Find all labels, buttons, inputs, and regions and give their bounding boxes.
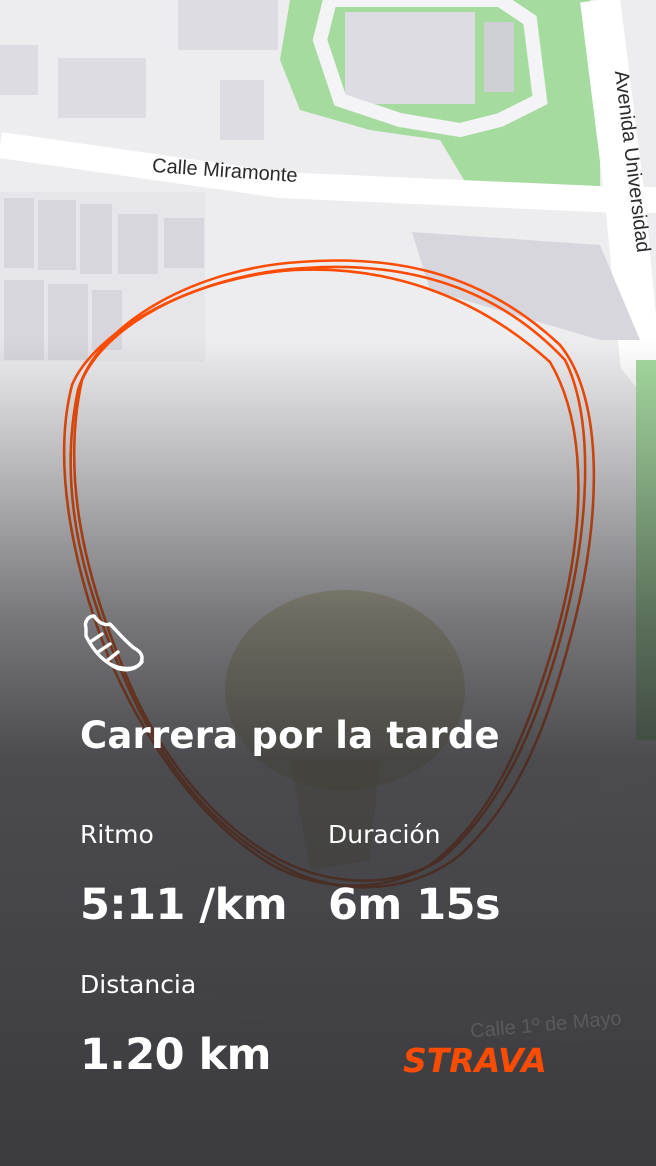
duration-label: Duración — [328, 820, 441, 849]
activity-share-card: Calle Miramonte Avenida Universidad Call… — [0, 0, 656, 1166]
pace-label: Ritmo — [80, 820, 154, 849]
duration-value: 6m 15s — [328, 880, 501, 930]
strava-logo: STRAVA — [403, 1041, 547, 1080]
running-shoe-icon — [83, 614, 144, 672]
distance-value: 1.20 km — [80, 1030, 271, 1080]
distance-label: Distancia — [80, 970, 197, 999]
pace-value: 5:11 /km — [80, 880, 288, 930]
activity-title: Carrera por la tarde — [80, 714, 500, 757]
